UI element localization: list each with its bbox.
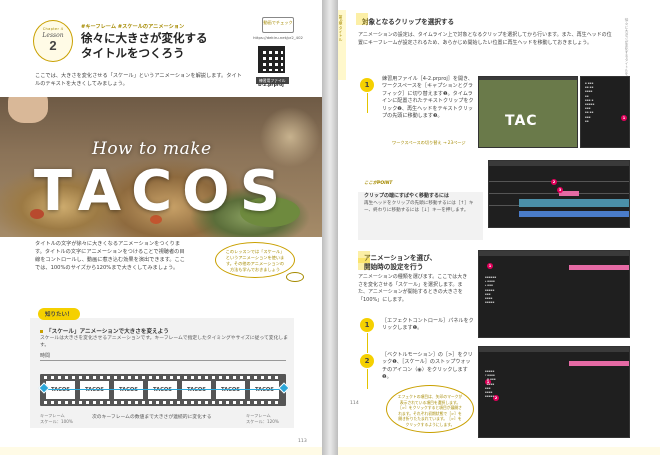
section-heading-1: 対象となるクリップを選択する bbox=[355, 13, 455, 26]
point-heading: クリップの端にすばやく移動するには bbox=[364, 193, 450, 199]
video-clip[interactable] bbox=[519, 199, 629, 207]
practice-file-name: 4-2.prproj bbox=[258, 83, 284, 88]
title-line-1: 徐々に大きさが変化する bbox=[81, 31, 208, 45]
qr-url[interactable]: https://dekiru.net/pr2_402 bbox=[252, 35, 304, 40]
step-text: ［エフェクトコントロール］パネルをクリックします❶。 bbox=[382, 318, 474, 332]
audio-clip[interactable] bbox=[519, 211, 629, 217]
photo-subtitle: How to make bbox=[92, 139, 212, 159]
effect-controls-screenshot: 1 ▪▪▪▪▪▪ ▸ ▪▪▪▪ ▸ ▪▪▪ ▪▪▪▪▪ ▪▪▪ ▪▪▪▪ ▪▪▪▪▪ bbox=[478, 250, 630, 338]
step-text: 練習用ファイル［4-2.prproj］を開き、ワークスペースを［キャプションとグ… bbox=[382, 76, 474, 120]
callout-marker: 1 bbox=[487, 263, 493, 269]
note-cloud: エフェクトの項目は、矢印のマークが表示されている項目を選択します。［>］をクリッ… bbox=[386, 385, 474, 433]
page-gutter bbox=[322, 0, 338, 455]
keyframe-end-label: キーフレーム スケール：120% bbox=[246, 413, 279, 424]
mascot-icon bbox=[286, 272, 304, 282]
step-number: 1 bbox=[360, 78, 374, 113]
selected-clip[interactable] bbox=[569, 265, 629, 270]
app-menu-bar bbox=[479, 77, 577, 80]
premiere-screenshot-1: TAC bbox=[478, 76, 578, 148]
panel-header bbox=[479, 251, 629, 256]
page-number: 113 bbox=[298, 439, 307, 444]
callout-marker: 2 bbox=[551, 179, 557, 185]
keyframe-start-label: キーフレーム スケール：100% bbox=[40, 413, 73, 424]
footer-band bbox=[338, 447, 660, 455]
body-text: タイトルの文字が徐々に大きくなるアニメーションをつくります。タイトルの文字にアニ… bbox=[35, 241, 185, 271]
chapter-side-text: 第4章 タイトル bbox=[339, 15, 344, 42]
point-label: ここがPOINT bbox=[364, 181, 393, 186]
section-text-2: アニメーションの種類を選びます。ここでは大きさを変化させる「スケール」を選択しま… bbox=[358, 274, 468, 303]
step-number: 2 bbox=[360, 354, 374, 389]
timeline-header bbox=[489, 161, 629, 166]
footer-band bbox=[0, 447, 322, 455]
point-text: 再生ヘッドをクリップの先頭に移動するには［↑］キー、終わりに移動するには［↓］キ… bbox=[364, 201, 474, 213]
chapter-label: Chapter 4 bbox=[42, 27, 64, 31]
callout-marker: 1 bbox=[621, 115, 627, 121]
section-heading-2-line1: アニメーションを選び、 bbox=[364, 254, 437, 262]
panel-header bbox=[479, 347, 629, 352]
tacos-photo: How to make TACOS bbox=[0, 97, 322, 237]
category-tags: #キーフレーム #スケールのアニメーション bbox=[81, 24, 185, 30]
step-text: ［ベクトルモーション］の［>］をクリック❶、［スケール］のストップウォッチのアイ… bbox=[382, 352, 473, 381]
lesson-badge: Chapter 4 Lesson 2 bbox=[33, 20, 73, 62]
effect-list: ▪▪▪▪▪▪ ▸ ▪▪▪▪ ▸ ▪▪▪ ▪▪▪▪▪ ▪▪▪ ▪▪▪▪ ▪▪▪▪▪ bbox=[485, 275, 497, 305]
timeline-caption: 次のキーフレームの数値まで大きさが連続的に変化する bbox=[92, 415, 212, 420]
reference-link[interactable]: ワークスペースの切り替え → 23ページ bbox=[392, 140, 466, 146]
note-bubble: このレッスンでは「スケール」というアニメーションを使います。その他のアニメーショ… bbox=[215, 242, 295, 278]
video-check-box: 動画でチェック bbox=[262, 17, 294, 33]
selected-clip[interactable] bbox=[569, 361, 629, 366]
tip-heading: 「スケール」アニメーションで大きさを変えよう bbox=[40, 327, 169, 335]
qr-code-icon[interactable] bbox=[258, 46, 285, 73]
scale-arrow bbox=[46, 389, 280, 391]
step-number: 1 bbox=[360, 318, 374, 353]
track-line bbox=[489, 181, 629, 182]
right-page: 第4章 タイトル 徐々に大きさが変化するタイトルをつくろう 対象となるクリップを… bbox=[338, 0, 660, 455]
title-line-2: タイトルをつくろう bbox=[81, 46, 185, 60]
point-box bbox=[358, 192, 483, 240]
timeline-label: 時間 bbox=[40, 353, 51, 359]
page-number: 114 bbox=[350, 401, 359, 406]
photo-title: TACOS bbox=[33, 159, 291, 224]
timeline-screenshot: 2 3 bbox=[488, 160, 630, 228]
section-heading-2: アニメーションを選び、 開始時の設定を行う bbox=[357, 251, 437, 272]
callout-marker: 3 bbox=[557, 187, 563, 193]
motion-list: ▪▪▪▪▪ ▾ ▪▪▪▪ ◉ ▪▪▪ ▪▪▪▪ ▪▪▪ ▪▪▪▪ ▪▪▪▪▪ bbox=[485, 369, 496, 399]
intro-text: ここでは、大きさを変化させる「スケール」というアニメーションを解説します。タイト… bbox=[35, 73, 242, 87]
preview-title: TAC bbox=[505, 113, 538, 129]
section-heading-2-line2: 開始時の設定を行う bbox=[364, 263, 424, 271]
timeline-axis bbox=[40, 360, 286, 361]
section-text-1: アニメーションの設定は、タイムライン上で対象となるクリップを選択してから行います… bbox=[358, 32, 612, 46]
motion-screenshot: 1 2 ▪▪▪▪▪ ▾ ▪▪▪▪ ◉ ▪▪▪ ▪▪▪▪ ▪▪▪ ▪▪▪▪ ▪▪▪▪▪ bbox=[478, 346, 630, 438]
panel-list: ▪ ▪▪▪ ▪▪ ▪▪ ▪▪▪▪ ▪▪ ▪▪▪ ▪ ▪▪▪▪▪ ▪▪▪ ▪▪ ▪▪ ▪▪▪ ▪▪ bbox=[585, 81, 595, 123]
hand-shape bbox=[8, 97, 48, 123]
panel-list-screenshot: ▪ ▪▪▪ ▪▪ ▪▪ ▪▪▪▪ ▪▪ ▪▪▪ ▪ ▪▪▪▪▪ ▪▪▪ ▪▪ ▪▪ ▪▪▪ ▪▪ … bbox=[580, 76, 630, 148]
lesson-number: 2 bbox=[49, 38, 57, 53]
tip-text: スケールは大きさを変化させるアニメーションです。キーフレームで指定したタイミング… bbox=[40, 336, 288, 348]
page-title: 徐々に大きさが変化する タイトルをつくろう bbox=[81, 31, 231, 61]
tip-label: 知りたい！ bbox=[38, 308, 80, 320]
left-page: Chapter 4 Lesson 2 #キーフレーム #スケールのアニメーション… bbox=[0, 0, 322, 455]
